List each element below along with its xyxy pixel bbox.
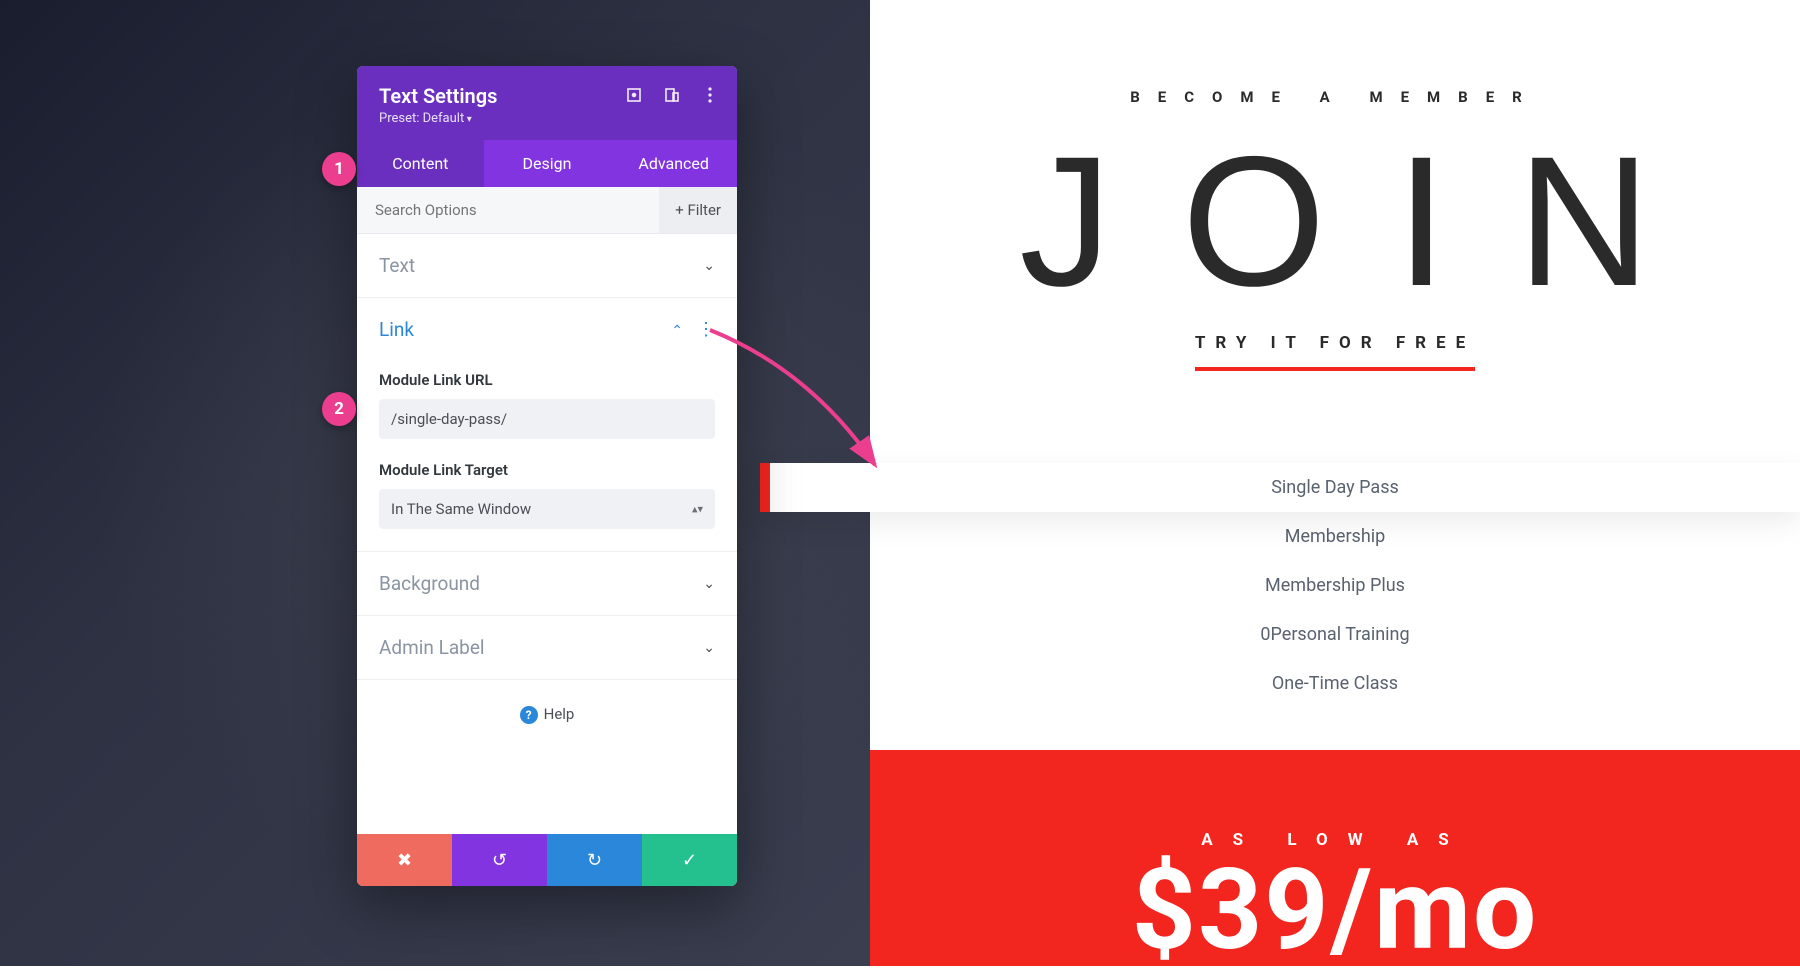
section-text-title: Text — [379, 254, 415, 277]
tab-content[interactable]: Content — [357, 140, 484, 187]
tab-advanced[interactable]: Advanced — [610, 140, 737, 187]
section-link-title: Link — [379, 318, 414, 341]
chevron-down-icon: ⌄ — [703, 576, 715, 592]
kicker-text: BECOME A MEMBER — [870, 88, 1800, 106]
section-background-title: Background — [379, 572, 480, 595]
price-amount: $39/mo — [870, 855, 1800, 967]
module-link-target-select[interactable]: In The Same Window — [379, 489, 715, 529]
expand-icon[interactable] — [625, 86, 643, 104]
price-band: AS LOW AS $39/mo — [870, 750, 1800, 966]
url-label: Module Link URL — [379, 371, 715, 389]
menu-item-single-day[interactable]: Single Day Pass — [760, 463, 1800, 512]
settings-tabs: Content Design Advanced — [357, 140, 737, 187]
menu-item-membership[interactable]: Membership — [870, 512, 1800, 561]
responsive-icon[interactable] — [663, 86, 681, 104]
search-options-input[interactable] — [357, 187, 659, 233]
section-background-toggle[interactable]: Background ⌄ — [357, 552, 737, 615]
panel-header[interactable]: Text Settings Preset: Default — [357, 66, 737, 140]
menu-item-personal-training[interactable]: 0Personal Training — [870, 610, 1800, 659]
section-link-menu-icon[interactable]: ⋮ — [697, 319, 715, 340]
menu-item-one-time-class[interactable]: One-Time Class — [870, 659, 1800, 708]
target-label: Module Link Target — [379, 461, 715, 479]
section-admin-label-toggle[interactable]: Admin Label ⌄ — [357, 616, 737, 679]
undo-button[interactable]: ↺ — [452, 834, 547, 886]
section-text-toggle[interactable]: Text ⌄ — [357, 234, 737, 297]
filter-button[interactable]: + Filter — [659, 187, 737, 233]
help-link[interactable]: ?Help — [357, 680, 737, 834]
cancel-button[interactable]: ✖ — [357, 834, 452, 886]
cta-link[interactable]: TRY IT FOR FREE — [1195, 333, 1475, 371]
section-admin-label-title: Admin Label — [379, 636, 485, 659]
callout-badge-1: 1 — [322, 152, 356, 186]
callout-badge-2: 2 — [322, 392, 356, 426]
module-link-url-input[interactable] — [379, 399, 715, 439]
preset-selector[interactable]: Preset: Default — [379, 111, 715, 126]
redo-button[interactable]: ↻ — [547, 834, 642, 886]
text-settings-panel: Text Settings Preset: Default Content De… — [357, 66, 737, 886]
hero-title: JOIN — [870, 116, 1800, 328]
help-icon: ? — [520, 706, 538, 724]
kebab-icon[interactable] — [701, 86, 719, 104]
chevron-down-icon: ⌄ — [703, 258, 715, 274]
save-button[interactable]: ✓ — [642, 834, 737, 886]
chevron-up-icon: ⌃ — [671, 323, 683, 339]
pricing-menu: Single Day Pass Membership Membership Pl… — [870, 463, 1800, 708]
section-link-toggle[interactable]: Link ⌃ ⋮ — [357, 298, 737, 361]
chevron-down-icon: ⌄ — [703, 640, 715, 656]
menu-item-membership-plus[interactable]: Membership Plus — [870, 561, 1800, 610]
tab-design[interactable]: Design — [484, 140, 611, 187]
